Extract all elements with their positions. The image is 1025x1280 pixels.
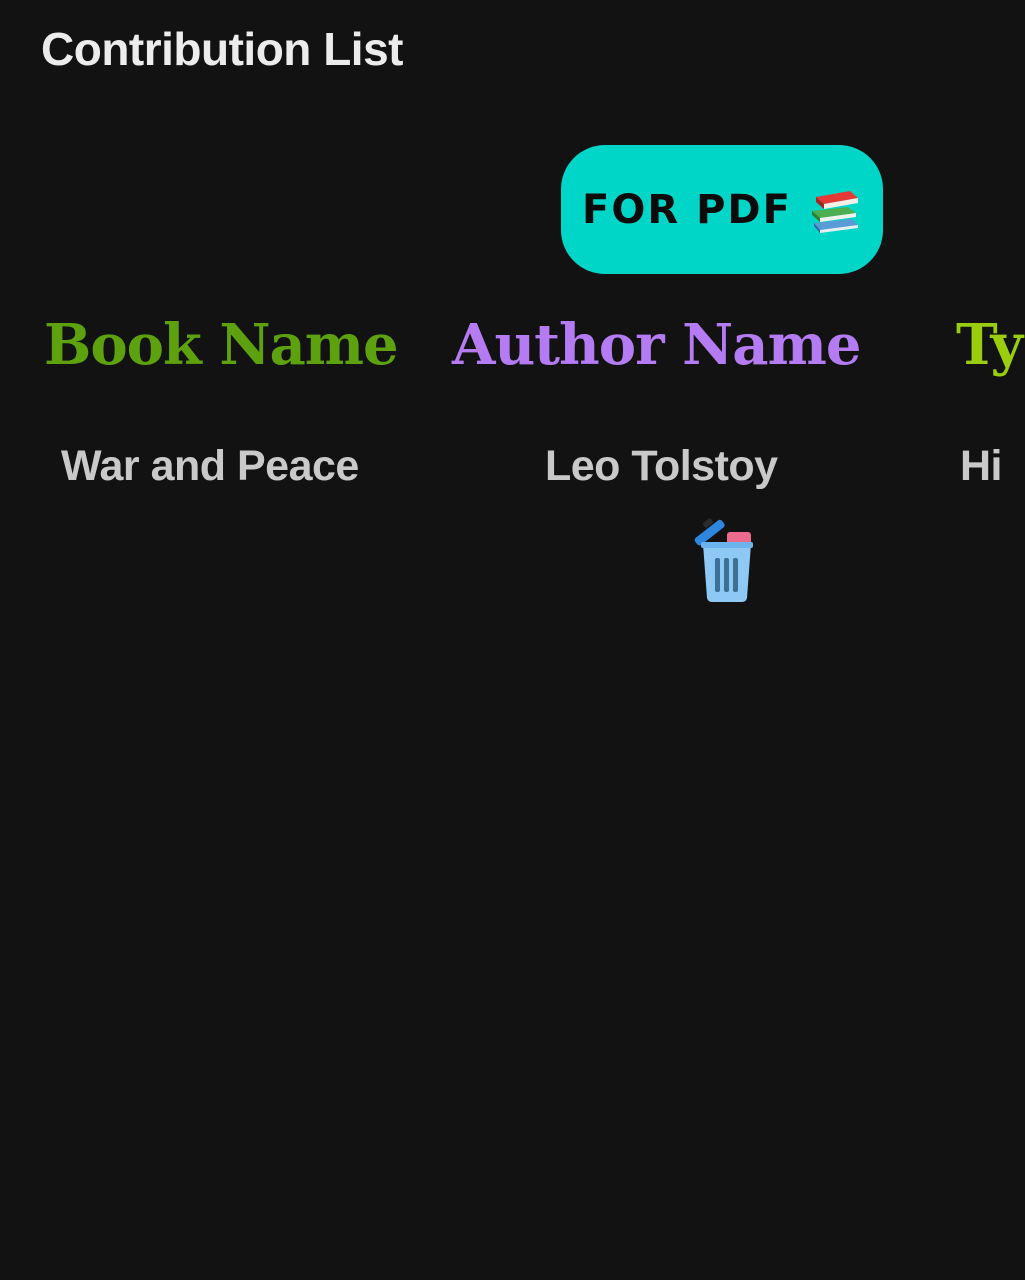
- column-header-type: Ty: [956, 312, 1023, 378]
- cell-book-name: War and Peace: [61, 442, 359, 490]
- books-icon: [811, 190, 858, 233]
- trash-icon[interactable]: [689, 518, 755, 604]
- for-pdf-label: FOR PDF: [582, 186, 792, 233]
- column-header-author-name: Author Name: [452, 312, 861, 378]
- page-title: Contribution List: [41, 23, 403, 75]
- cell-author-name: Leo Tolstoy: [545, 442, 778, 490]
- cell-type: Hi: [960, 442, 1003, 490]
- for-pdf-button[interactable]: FOR PDF: [561, 145, 883, 274]
- contribution-list-screen: Contribution List FOR PDF Book Name Auth…: [0, 0, 1025, 1280]
- column-header-book-name: Book Name: [44, 312, 399, 378]
